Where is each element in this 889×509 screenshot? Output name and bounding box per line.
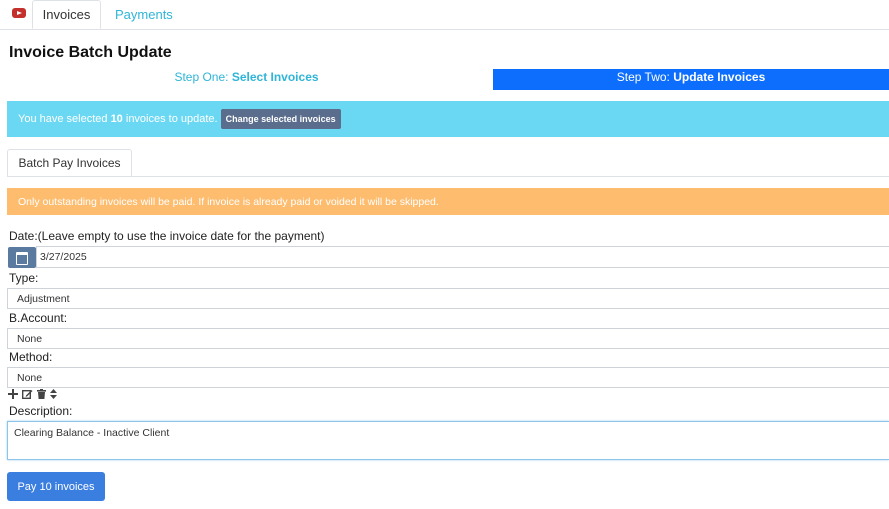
- edit-icon[interactable]: [22, 389, 33, 399]
- description-input[interactable]: Clearing Balance - Inactive Client: [7, 421, 889, 460]
- tab-payments[interactable]: Payments: [115, 0, 173, 29]
- step-two-prefix: Step Two:: [616, 70, 670, 84]
- type-select[interactable]: Adjustment: [7, 288, 889, 309]
- page-title: Invoice Batch Update: [9, 44, 172, 61]
- top-tab-bar: Invoices Payments: [0, 0, 889, 30]
- step-one-name: Select Invoices: [231, 70, 319, 84]
- step-two-name: Update Invoices: [673, 70, 766, 84]
- step-two: Step Two: Update Invoices: [493, 69, 889, 90]
- selection-count: 10: [110, 113, 123, 125]
- selection-suffix: invoices to update.: [125, 113, 218, 125]
- subtab-divider: [7, 176, 889, 177]
- method-toolbar: [8, 388, 57, 400]
- tab-invoices[interactable]: Invoices: [32, 0, 101, 29]
- plus-icon[interactable]: [8, 389, 18, 399]
- date-input[interactable]: 3/27/2025: [36, 246, 889, 268]
- step-one[interactable]: Step One: Select Invoices: [0, 69, 493, 90]
- trash-icon[interactable]: [37, 389, 46, 399]
- selection-prefix: You have selected: [18, 113, 108, 125]
- selection-alert: You have selected 10 invoices to update.…: [7, 101, 889, 137]
- date-field-group: 3/27/2025: [7, 246, 889, 268]
- date-label: Date:(Leave empty to use the invoice dat…: [9, 229, 325, 243]
- warning-alert: Only outstanding invoices will be paid. …: [7, 188, 889, 215]
- tab-batch-pay[interactable]: Batch Pay Invoices: [7, 149, 132, 177]
- calendar-icon[interactable]: [8, 247, 36, 268]
- change-selected-button[interactable]: Change selected invoices: [220, 109, 341, 129]
- method-label: Method:: [9, 350, 53, 364]
- youtube-icon[interactable]: [12, 8, 26, 18]
- method-select[interactable]: None: [7, 367, 889, 388]
- step-one-prefix: Step One:: [174, 70, 229, 84]
- description-label: Description:: [9, 404, 73, 418]
- account-select[interactable]: None: [7, 328, 889, 349]
- pay-invoices-button[interactable]: Pay 10 invoices: [7, 472, 105, 501]
- type-label: Type:: [9, 271, 39, 285]
- sort-icon[interactable]: [50, 389, 57, 399]
- account-label: B.Account:: [9, 311, 68, 325]
